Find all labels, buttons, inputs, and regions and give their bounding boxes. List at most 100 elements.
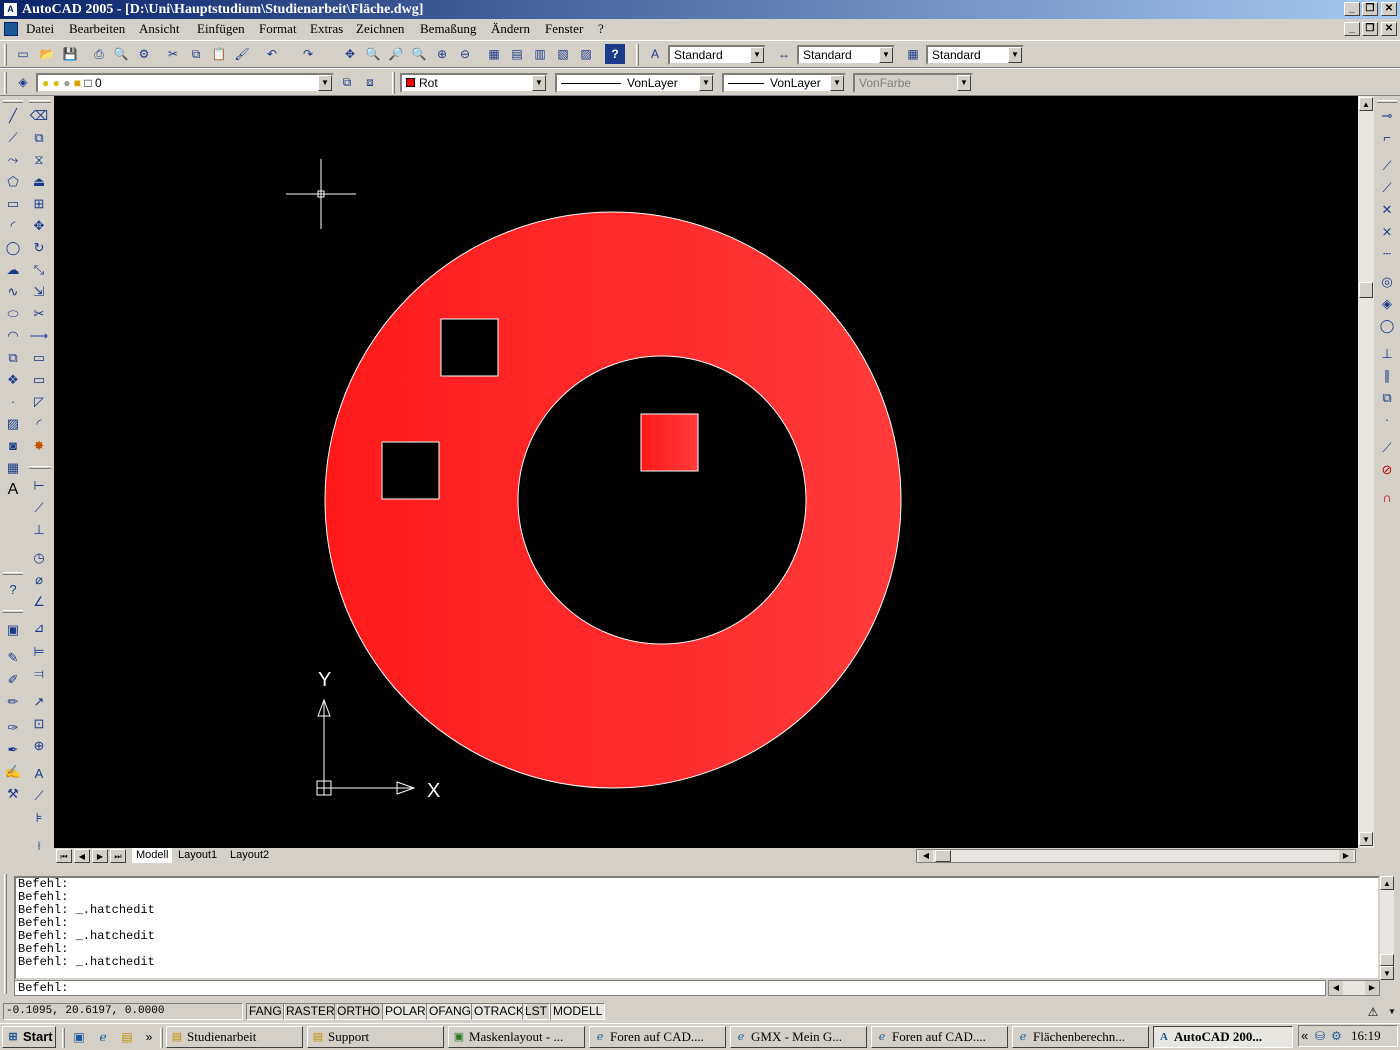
snap-extension-icon[interactable]: ┄ [1377,244,1397,264]
quick-dimension-icon[interactable]: ⊿ [29,618,49,638]
chevron-down-icon[interactable]: ▼ [318,75,332,91]
menu-bearbeiten[interactable]: Bearbeiten [69,21,125,37]
arc-icon[interactable]: ◜ [3,216,23,236]
doc-minimize-button[interactable]: _ [1344,22,1360,36]
cut-icon[interactable]: ✂ [163,44,183,64]
leader-icon[interactable]: ↗ [29,692,49,712]
red-square-inner[interactable] [640,413,699,472]
task-autocad[interactable]: A AutoCAD 200... [1153,1026,1293,1048]
quicklaunch-desktop-icon[interactable]: ▣ [70,1028,88,1046]
snap-node-icon[interactable]: · [1377,410,1397,430]
rectangle-icon[interactable]: ▭ [3,194,23,214]
print-icon[interactable]: ⎙ [89,44,109,64]
join-icon[interactable]: ▭ [29,370,49,390]
linear-dimension-icon[interactable]: ⊢ [29,476,49,496]
erase-icon[interactable]: ⌫ [29,106,49,126]
radius-dimension-icon[interactable]: ◷ [29,548,49,568]
stretch-icon[interactable]: ⇲ [29,282,49,302]
snap-from-icon[interactable]: ⌐ [1377,128,1397,148]
edit-multiline-icon[interactable]: ✑ [3,718,23,738]
hscroll-thumb[interactable] [935,850,951,862]
scroll-left-icon[interactable]: ◀ [1329,981,1343,995]
dimension-style-icon[interactable]: ⟊ [29,836,49,856]
undo-icon[interactable]: ↶ [262,44,282,64]
toolbar-grip[interactable] [3,100,23,103]
explode-icon[interactable]: ✸ [29,436,49,456]
task-foren-cad-1[interactable]: ℯ Foren auf CAD.... [589,1026,726,1048]
first-tab-icon[interactable]: ⏮ [56,849,72,863]
ellipse-arc-icon[interactable]: ◠ [3,326,23,346]
drawing-canvas[interactable]: Y X [54,96,1358,848]
scroll-right-icon[interactable]: ▶ [1339,850,1353,862]
red-hatch-annulus[interactable] [324,211,902,789]
toggle-ofang[interactable]: OFANG [426,1003,475,1020]
edit-attribute-icon[interactable]: ✒ [3,740,23,760]
make-block-icon[interactable]: ❖ [3,370,23,390]
scroll-right-icon[interactable]: ▶ [1365,981,1379,995]
match-properties-icon[interactable]: 🖌 [232,44,252,64]
coordinate-display[interactable]: -0.1095, 20.6197, 0.0000 [3,1003,243,1020]
menu-aendern[interactable]: Ändern [491,21,530,37]
task-flaechenberechnung[interactable]: ℯ Flächenberechn... [1012,1026,1149,1048]
drawing-svg[interactable]: Y X [54,96,1358,848]
zoom-in-icon[interactable]: ⊕ [432,44,452,64]
comm-center-icon[interactable]: ⚠ [1364,1004,1382,1020]
network-icon[interactable]: ⛁ [1315,1029,1325,1043]
command-hscroll[interactable]: ◀ ▶ [1328,980,1380,996]
tray-app-icon[interactable]: ⚙ [1331,1029,1342,1043]
redo-icon[interactable]: ↷ [298,44,318,64]
scroll-left-icon[interactable]: ◀ [919,850,933,862]
command-scrollbar[interactable]: ▲ ▼ [1380,876,1394,980]
zoom-previous-icon[interactable]: 🔍 [409,44,429,64]
chamfer-icon[interactable]: ◸ [29,392,49,412]
copy-object-icon[interactable]: ⧉ [29,128,49,148]
table-style-icon[interactable]: ▦ [903,44,923,64]
diameter-dimension-icon[interactable]: ⌀ [29,570,49,590]
multiline-text-icon[interactable]: A [3,480,23,500]
continue-dimension-icon[interactable]: ⫤ [29,664,49,684]
task-maskenlayout[interactable]: ▣ Maskenlayout - ... [448,1026,585,1048]
toolbar-grip[interactable] [4,72,7,94]
menu-fenster[interactable]: Fenster [545,21,583,37]
chevron-down-icon[interactable]: ▼ [1008,47,1022,63]
menu-ansicht[interactable]: Ansicht [139,21,179,37]
temp-track-icon[interactable]: ⊸ [1377,106,1397,126]
toolbar-grip[interactable] [3,572,23,575]
snap-parallel-icon[interactable]: ∥ [1377,366,1397,386]
zoom-realtime-icon[interactable]: 🔍 [363,44,383,64]
aligned-dimension-icon[interactable]: ⟋ [29,498,49,518]
tray-expand-button[interactable]: « [1301,1028,1308,1043]
quicklaunch-explorer-icon[interactable]: ▤ [118,1028,136,1046]
point-icon[interactable]: · [3,392,23,412]
snap-perpendicular-icon[interactable]: ⊥ [1377,344,1397,364]
baseline-dimension-icon[interactable]: ⊨ [29,642,49,662]
line-icon[interactable]: ╱ [3,106,23,126]
toggle-ortho[interactable]: ORTHO [334,1003,384,1020]
pan-icon[interactable]: ✥ [340,44,360,64]
toolbar-grip[interactable] [29,100,51,103]
chevron-down-icon[interactable]: ▼ [879,47,893,63]
color-select[interactable]: Rot ▼ [400,73,548,93]
linetype-select[interactable]: VonLayer ▼ [555,73,715,93]
tool-palettes-icon[interactable]: ▥ [530,44,550,64]
ordinate-dimension-icon[interactable]: ⊥ [29,520,49,540]
snap-intersection-icon[interactable]: ✕ [1377,200,1397,220]
autocad-app-icon[interactable]: A [3,2,18,17]
chevron-down-icon[interactable]: ▼ [1386,1004,1398,1020]
tab-layout1[interactable]: Layout1 [174,848,221,863]
ellipse-icon[interactable]: ⬭ [3,304,23,324]
designcenter-icon[interactable]: ▤ [507,44,527,64]
tab-layout2[interactable]: Layout2 [226,848,273,863]
text-style-icon[interactable]: A [645,44,665,64]
trim-icon[interactable]: ✂ [29,304,49,324]
snap-tangent-icon[interactable]: ◯ [1377,316,1397,336]
scroll-up-icon[interactable]: ▲ [1359,97,1373,111]
toolbar-grip[interactable] [392,72,395,94]
horizontal-scrollbar[interactable]: ◀ ▶ [916,849,1356,863]
scroll-thumb[interactable] [1359,282,1373,298]
angular-dimension-icon[interactable]: ∠ [29,592,49,612]
edit-text-icon[interactable]: ✍ [3,762,23,782]
dimension-text-edit-icon[interactable]: A [29,764,49,784]
snap-nearest-icon[interactable]: ⟋ [1377,438,1397,458]
toggle-lst[interactable]: LST [522,1003,551,1020]
